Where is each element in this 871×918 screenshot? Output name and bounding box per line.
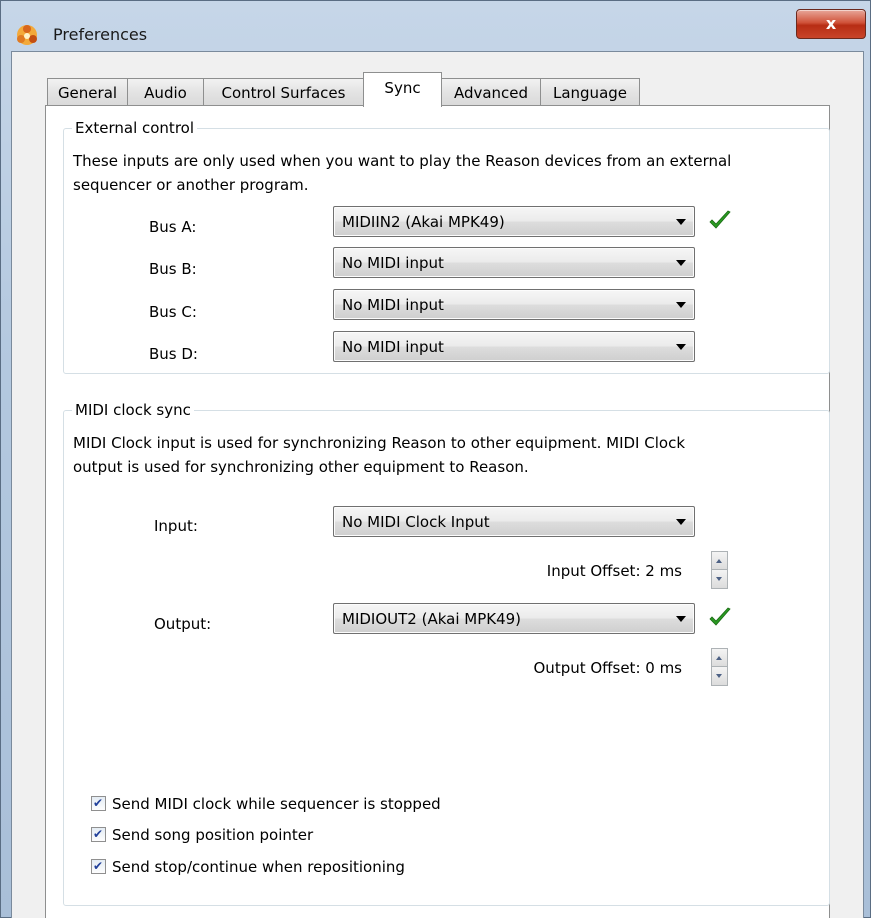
sync-tab-panel: External control These inputs are only u… bbox=[45, 105, 830, 918]
checkmark-icon: ✔ bbox=[93, 796, 104, 810]
clock-output-label: Output: bbox=[154, 615, 212, 633]
chevron-down-icon bbox=[676, 519, 686, 525]
tab-sync[interactable]: Sync bbox=[363, 72, 442, 107]
preferences-window: Preferences x General Audio Control Surf… bbox=[0, 0, 871, 918]
bus-c-value: No MIDI input bbox=[342, 296, 444, 314]
tab-audio[interactable]: Audio bbox=[127, 78, 204, 106]
clock-input-label: Input: bbox=[154, 517, 198, 535]
input-offset-spinner[interactable] bbox=[711, 551, 728, 589]
clock-output-value: MIDIOUT2 (Akai MPK49) bbox=[342, 610, 522, 628]
output-offset-spinner[interactable] bbox=[711, 648, 728, 686]
arrow-up-icon bbox=[716, 559, 722, 563]
send-stop-continue-label[interactable]: Send stop/continue when repositioning bbox=[112, 857, 405, 877]
clock-input-value: No MIDI Clock Input bbox=[342, 513, 490, 531]
external-control-description-line1: These inputs are only used when you want… bbox=[73, 152, 732, 170]
arrow-down-icon bbox=[716, 674, 722, 678]
green-checkmark-icon bbox=[709, 607, 731, 626]
checkmark-icon: ✔ bbox=[93, 859, 104, 873]
midi-clock-description-line2: output is used for synchronizing other e… bbox=[73, 458, 529, 476]
external-control-description-line2: sequencer or another program. bbox=[73, 176, 309, 194]
green-checkmark-icon bbox=[709, 210, 731, 229]
bus-d-label: Bus D: bbox=[149, 345, 198, 363]
midi-clock-description-line1: MIDI Clock input is used for synchronizi… bbox=[73, 434, 686, 452]
bus-c-dropdown[interactable]: No MIDI input bbox=[333, 289, 695, 320]
tab-control-surfaces[interactable]: Control Surfaces bbox=[203, 78, 364, 106]
send-song-position-checkbox[interactable]: ✔ bbox=[91, 827, 106, 842]
window-title: Preferences bbox=[53, 25, 148, 44]
chevron-down-icon bbox=[676, 344, 686, 350]
send-clock-stopped-option[interactable]: ✔ Send MIDI clock while sequencer is sto… bbox=[91, 794, 551, 814]
arrow-up-icon bbox=[716, 656, 722, 660]
input-offset-label: Input Offset: 2 ms bbox=[546, 562, 682, 580]
tab-advanced[interactable]: Advanced bbox=[441, 78, 541, 106]
clock-input-dropdown[interactable]: No MIDI Clock Input bbox=[333, 506, 695, 537]
input-offset-down-button[interactable] bbox=[712, 570, 727, 588]
midi-clock-sync-group: MIDI clock sync MIDI Clock input is used… bbox=[63, 400, 830, 906]
send-stop-continue-option[interactable]: ✔ Send stop/continue when repositioning bbox=[91, 857, 551, 877]
tab-language[interactable]: Language bbox=[540, 78, 640, 106]
checkmark-icon: ✔ bbox=[93, 827, 104, 841]
external-control-group: External control These inputs are only u… bbox=[63, 118, 830, 374]
chevron-down-icon bbox=[676, 616, 686, 622]
bus-b-label: Bus B: bbox=[149, 260, 197, 278]
chevron-down-icon bbox=[676, 260, 686, 266]
chevron-down-icon bbox=[676, 219, 686, 225]
external-control-legend: External control bbox=[72, 118, 197, 138]
bus-a-value: MIDIIN2 (Akai MPK49) bbox=[342, 213, 505, 231]
output-offset-down-button[interactable] bbox=[712, 667, 727, 685]
bus-b-value: No MIDI input bbox=[342, 254, 444, 272]
send-stop-continue-checkbox[interactable]: ✔ bbox=[91, 859, 106, 874]
bus-d-dropdown[interactable]: No MIDI input bbox=[333, 331, 695, 362]
bus-a-dropdown[interactable]: MIDIIN2 (Akai MPK49) bbox=[333, 206, 695, 237]
input-offset-up-button[interactable] bbox=[712, 552, 727, 570]
clock-output-dropdown[interactable]: MIDIOUT2 (Akai MPK49) bbox=[333, 603, 695, 634]
dialog-client-area: General Audio Control Surfaces Sync Adva… bbox=[11, 51, 864, 918]
output-offset-up-button[interactable] bbox=[712, 649, 727, 667]
send-clock-stopped-checkbox[interactable]: ✔ bbox=[91, 796, 106, 811]
bus-a-label: Bus A: bbox=[149, 218, 197, 236]
send-clock-stopped-label[interactable]: Send MIDI clock while sequencer is stopp… bbox=[112, 794, 441, 814]
bus-b-dropdown[interactable]: No MIDI input bbox=[333, 247, 695, 278]
close-button[interactable]: x bbox=[796, 9, 866, 39]
send-song-position-label[interactable]: Send song position pointer bbox=[112, 825, 313, 845]
reason-app-icon bbox=[17, 25, 37, 45]
midi-clock-sync-legend: MIDI clock sync bbox=[72, 400, 194, 420]
bus-d-value: No MIDI input bbox=[342, 338, 444, 356]
send-song-position-option[interactable]: ✔ Send song position pointer bbox=[91, 825, 551, 845]
chevron-down-icon bbox=[676, 302, 686, 308]
bus-c-label: Bus C: bbox=[149, 303, 197, 321]
arrow-down-icon bbox=[716, 577, 722, 581]
tab-general[interactable]: General bbox=[47, 78, 128, 106]
output-offset-label: Output Offset: 0 ms bbox=[533, 659, 683, 677]
